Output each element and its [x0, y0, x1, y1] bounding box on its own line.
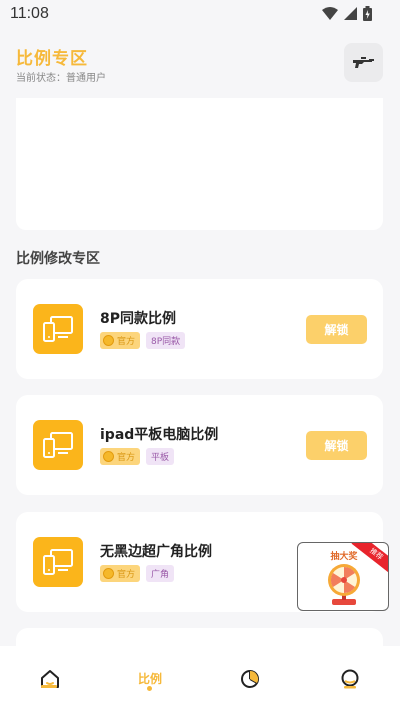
official-tag: 官方 — [100, 332, 141, 349]
card-tags: 官方 8P同款 — [100, 332, 186, 349]
nav-stats[interactable] — [200, 646, 300, 711]
nav-home[interactable] — [0, 646, 100, 711]
card-tags: 官方 广角 — [100, 565, 175, 582]
coin-icon — [103, 335, 114, 346]
devices-icon — [33, 304, 83, 354]
pie-chart-icon — [241, 669, 259, 688]
coin-icon — [103, 568, 114, 579]
rifle-icon — [352, 56, 374, 68]
active-indicator — [147, 686, 152, 691]
header: 比例专区 当前状态：普通用户 — [0, 28, 400, 98]
weapon-button[interactable] — [344, 43, 383, 82]
nav-profile[interactable] — [300, 646, 400, 711]
home-icon — [41, 669, 59, 688]
card-title: 8P同款比例 — [100, 311, 177, 327]
card-title: ipad平板电脑比例 — [100, 427, 219, 443]
ratio-card[interactable]: 8P同款比例 官方 8P同款 解锁 — [16, 279, 383, 379]
wifi-icon — [322, 7, 338, 20]
card-tags: 官方 平板 — [100, 448, 175, 465]
card-title: 无黑边超广角比例 — [100, 544, 212, 560]
type-tag: 8P同款 — [146, 332, 186, 349]
status-icons — [322, 6, 372, 21]
user-status-text: 当前状态：普通用户 — [16, 73, 106, 84]
devices-icon — [33, 420, 83, 470]
nav-ratio-label: 比例 — [137, 672, 162, 686]
status-time: 11:08 — [10, 5, 49, 22]
devices-icon — [33, 537, 83, 587]
type-tag: 平板 — [146, 448, 175, 465]
status-bar: 11:08 — [0, 0, 400, 28]
unlock-button[interactable]: 解锁 — [306, 431, 367, 460]
type-tag: 广角 — [146, 565, 175, 582]
lottery-float-button[interactable]: 抽大奖 推荐 — [297, 542, 389, 611]
banner-area[interactable] — [16, 98, 383, 230]
signal-icon — [344, 7, 357, 20]
page-title: 比例专区 — [16, 49, 88, 69]
nav-ratio[interactable]: 比例 — [100, 646, 200, 711]
prize-wheel-icon — [328, 564, 360, 605]
ratio-card[interactable]: ipad平板电脑比例 官方 平板 解锁 — [16, 395, 383, 495]
coin-icon — [103, 451, 114, 462]
bottom-nav: 比例 — [0, 646, 400, 711]
unlock-button[interactable]: 解锁 — [306, 315, 367, 344]
official-tag: 官方 — [100, 448, 141, 465]
battery-icon — [363, 6, 372, 21]
section-title: 比例修改专区 — [16, 251, 100, 267]
official-tag: 官方 — [100, 565, 141, 582]
profile-icon — [341, 669, 359, 688]
